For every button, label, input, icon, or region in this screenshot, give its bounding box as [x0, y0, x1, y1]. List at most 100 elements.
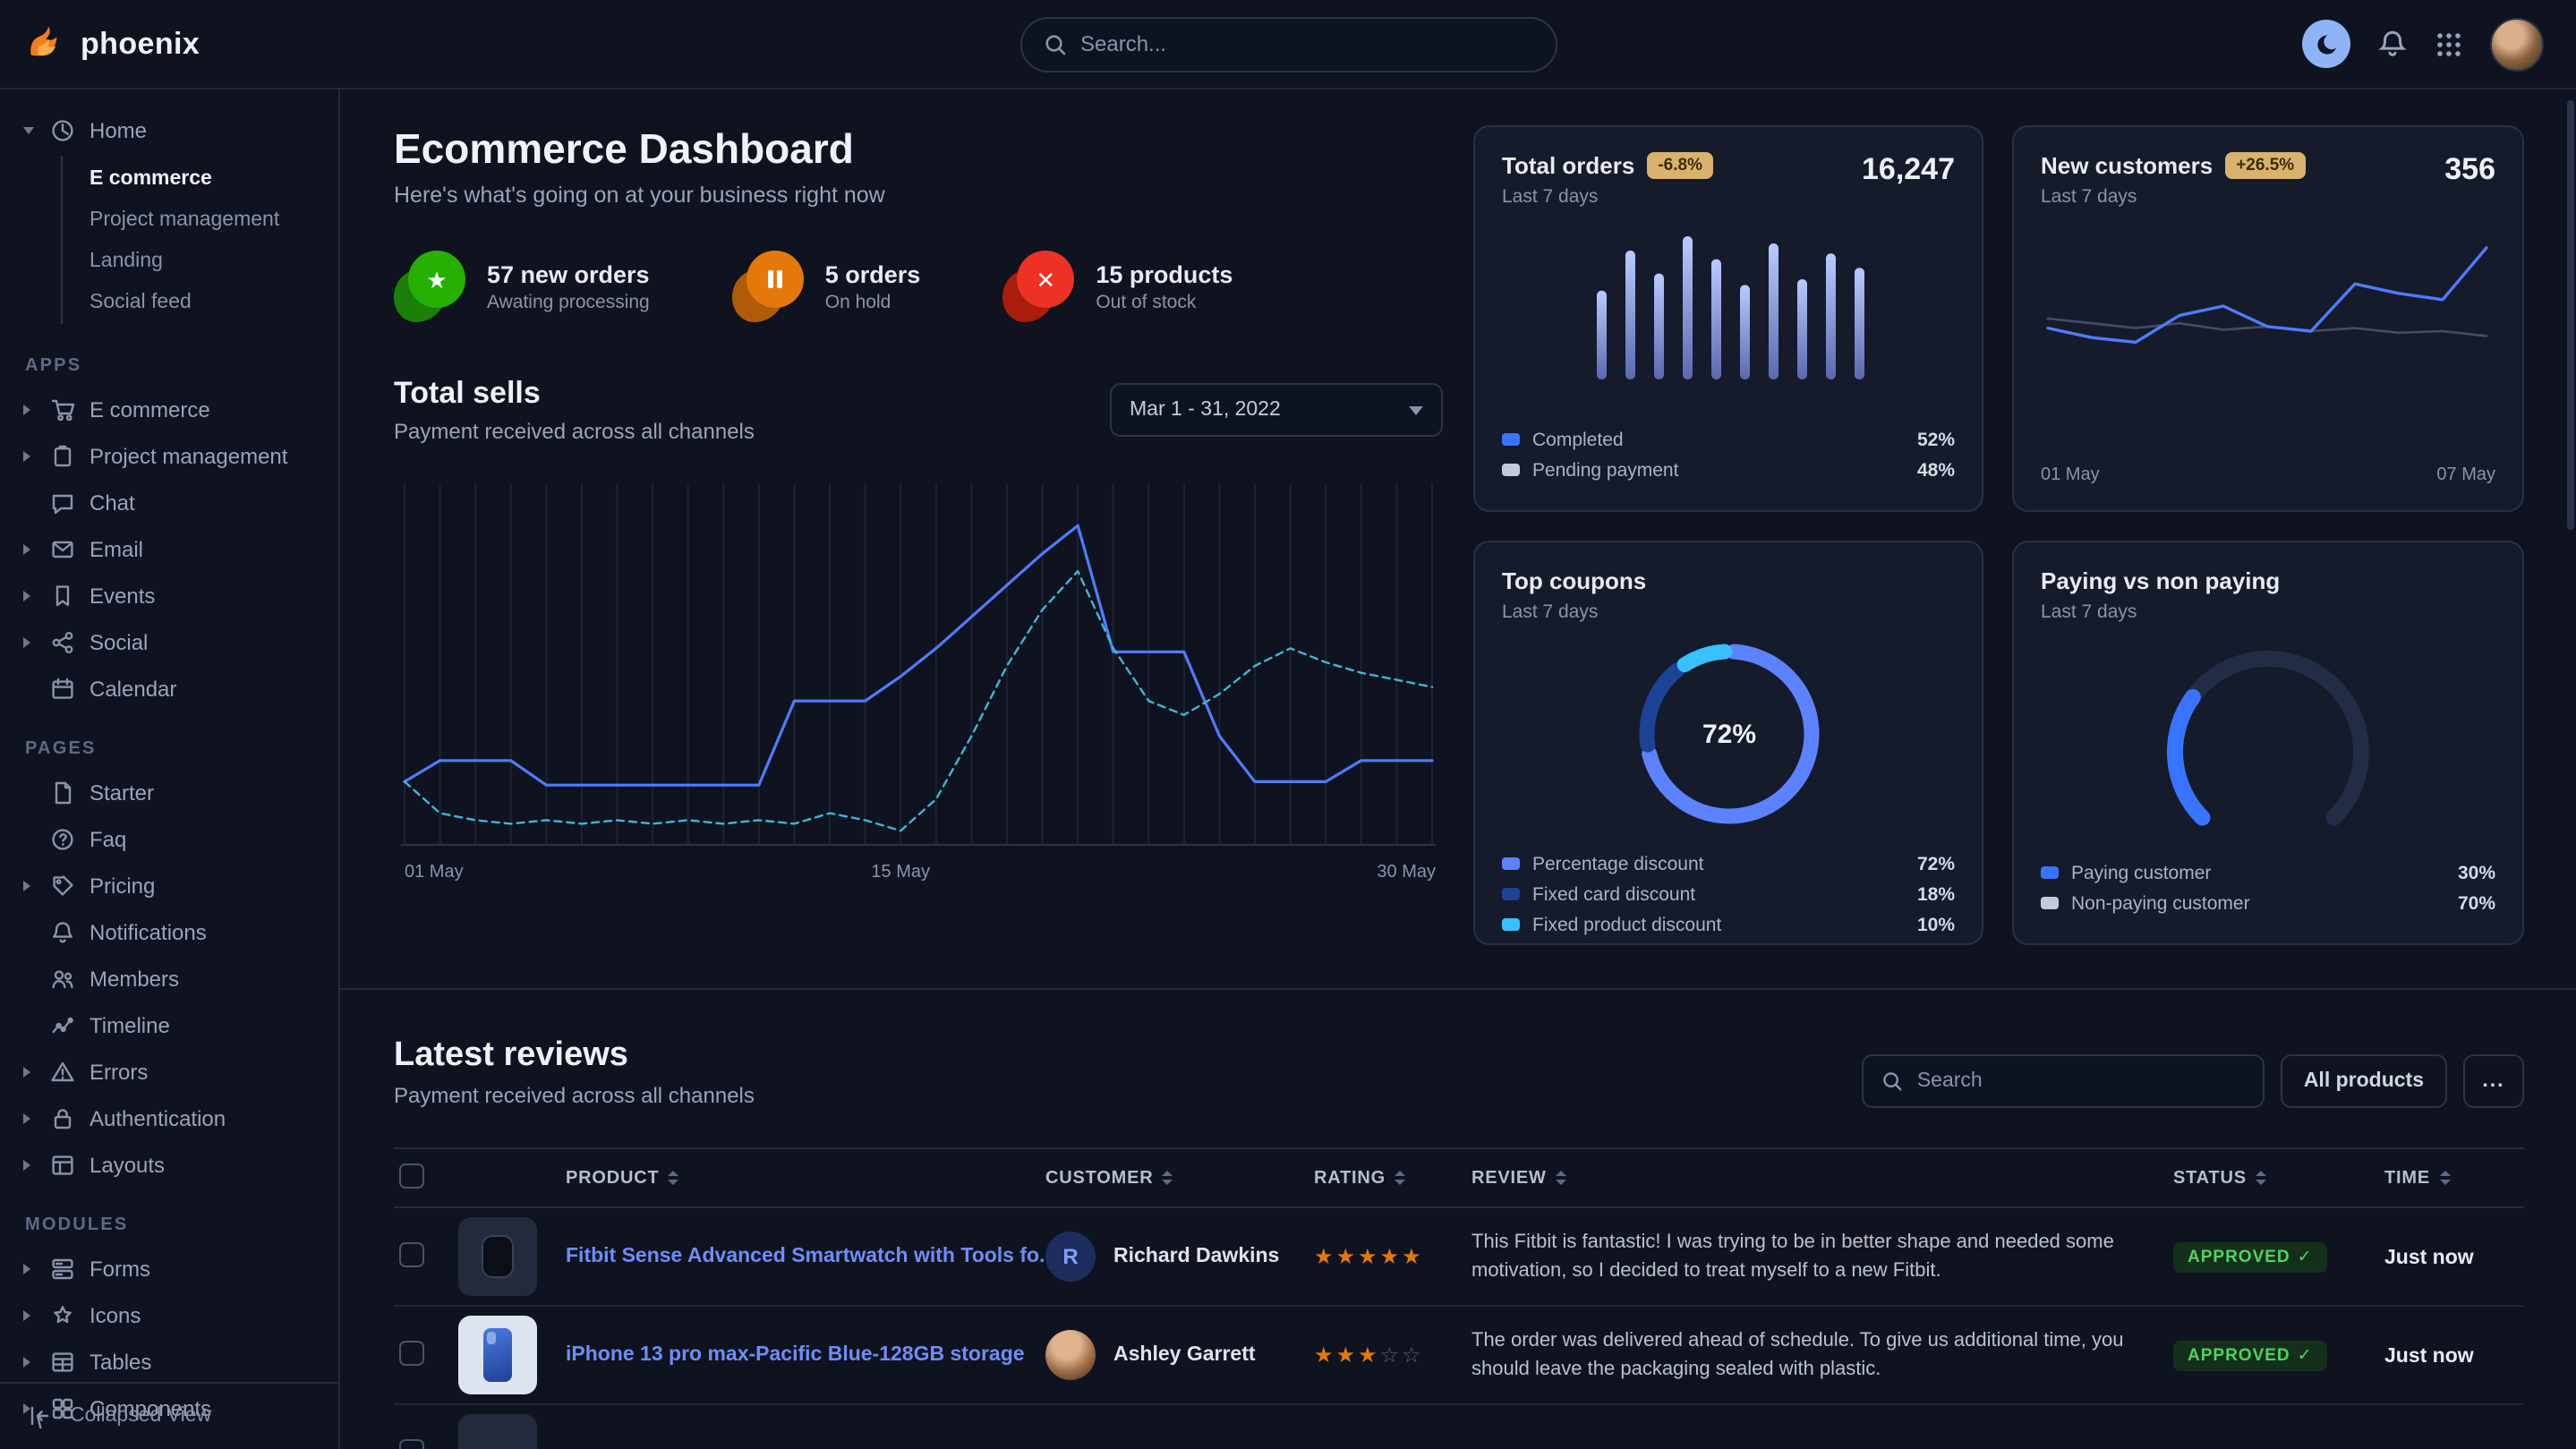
row-checkbox[interactable]	[399, 1341, 424, 1366]
theme-toggle-button[interactable]	[2302, 20, 2350, 68]
sidebar-item-home[interactable]: Home	[0, 107, 338, 154]
latest-reviews-section: Latest reviews Payment received across a…	[340, 990, 2576, 1449]
sidebar-item-events[interactable]: Events	[0, 573, 338, 619]
product-link[interactable]: iPhone 13 pro max-Pacific Blue-128GB sto…	[566, 1344, 1045, 1366]
column-header-status[interactable]: STATUS	[2173, 1168, 2384, 1188]
collapse-view-button[interactable]: Collapsed View	[0, 1381, 338, 1449]
sidebar-item-social[interactable]: Social	[0, 619, 338, 666]
column-header-review[interactable]: REVIEW	[1471, 1168, 2173, 1188]
legend-value: 18%	[1917, 883, 1955, 905]
sidebar-item-authentication[interactable]: Authentication	[0, 1095, 338, 1142]
select-all-checkbox[interactable]	[399, 1163, 424, 1189]
sidebar-item-layouts[interactable]: Layouts	[0, 1142, 338, 1189]
caret-right-icon	[23, 591, 38, 601]
column-header-product[interactable]: PRODUCT	[566, 1168, 1045, 1188]
reviews-subtitle: Payment received across all channels	[394, 1083, 755, 1108]
caret-right-icon	[23, 544, 38, 555]
legend-swatch	[2041, 866, 2059, 879]
stat-value: 15 products	[1096, 260, 1233, 287]
sidebar-item-faq[interactable]: Faq	[0, 816, 338, 863]
sidebar-item-tables[interactable]: Tables	[0, 1339, 338, 1385]
all-products-button[interactable]: All products	[2281, 1054, 2447, 1108]
sidebar-item-project-management[interactable]: Project management	[0, 433, 338, 480]
bookmark-icon	[50, 584, 77, 609]
date-range-select[interactable]: Mar 1 - 31, 2022	[1110, 383, 1443, 437]
sidebar-item-forms[interactable]: Forms	[0, 1246, 338, 1292]
paying-gauge-chart	[2041, 641, 2495, 841]
top-coupons-title: Top coupons	[1502, 567, 1646, 594]
table-row	[394, 1405, 2524, 1449]
page-scrollbar-thumb[interactable]	[2567, 100, 2574, 530]
sidebar-item-errors[interactable]: Errors	[0, 1049, 338, 1095]
legend-item: Paying customer30%	[2041, 857, 2495, 888]
legend-label: Pending payment	[1532, 459, 1905, 481]
stat-caption: Out of stock	[1096, 291, 1233, 312]
column-header-time[interactable]: TIME	[2384, 1168, 2524, 1188]
brand[interactable]: phoenix	[25, 23, 340, 64]
review-time: Just now	[2384, 1248, 2474, 1269]
reviews-search[interactable]	[1862, 1054, 2265, 1108]
customer-name: Ashley Garrett	[1113, 1344, 1256, 1366]
sidebar-item-members[interactable]: Members	[0, 956, 338, 1002]
caret-right-icon	[23, 1264, 38, 1274]
legend-swatch	[1502, 857, 1520, 870]
sidebar-item-e-commerce[interactable]: E commerce	[0, 387, 338, 433]
review-text: This Fitbit is fantastic! I was trying t…	[1471, 1227, 2173, 1286]
stat-icon-close: ✕	[1002, 251, 1074, 322]
legend-label: Completed	[1532, 429, 1905, 450]
spark-label-right: 07 May	[2436, 465, 2495, 485]
star-icon: ★	[1358, 1244, 1380, 1269]
sort-icon	[1556, 1171, 1566, 1185]
close-icon: ✕	[1017, 251, 1074, 308]
total-orders-bar-chart	[1502, 229, 1955, 387]
product-image	[458, 1414, 537, 1449]
new-customers-period: Last 7 days	[2041, 186, 2305, 208]
product-link[interactable]: Fitbit Sense Advanced Smartwatch with To…	[566, 1246, 1045, 1267]
sidebar-subitem-landing[interactable]: Landing	[63, 240, 338, 281]
row-checkbox[interactable]	[399, 1439, 424, 1449]
sidebar-item-notifications[interactable]: Notifications	[0, 909, 338, 956]
sidebar-item-calendar[interactable]: Calendar	[0, 666, 338, 712]
notifications-button[interactable]	[2377, 29, 2408, 59]
search-input[interactable]	[1080, 31, 1533, 56]
legend-item: Percentage discount72%	[1502, 848, 1955, 879]
sidebar-subitem-e-commerce[interactable]: E commerce	[63, 158, 338, 199]
sidebar-item-starter[interactable]: Starter	[0, 770, 338, 816]
sidebar-section-label: APPS	[0, 329, 338, 387]
legend-label: Fixed card discount	[1532, 883, 1905, 905]
sidebar-item-email[interactable]: Email	[0, 526, 338, 573]
kpi-cards-grid: Total orders -6.8% Last 7 days 16,247 Co…	[1473, 125, 2524, 945]
more-actions-button[interactable]: ...	[2463, 1054, 2524, 1108]
calendar-icon	[50, 677, 77, 702]
order-stats-row: ★57 new ordersAwating processing5 orders…	[394, 251, 1443, 322]
sidebar-item-pricing[interactable]: Pricing	[0, 863, 338, 909]
top-coupons-svg: 72%	[1628, 634, 1829, 834]
check-icon: ✓	[2298, 1345, 2313, 1365]
product-image	[458, 1316, 537, 1394]
stat-out-of-stock: ✕ 15 products Out of stock	[1002, 251, 1233, 322]
stat-on-hold: 5 ordersOn hold	[732, 251, 921, 322]
star-icon: ★	[1314, 1244, 1336, 1269]
sidebar-item-timeline[interactable]: Timeline	[0, 1002, 338, 1049]
column-header-rating[interactable]: RATING	[1314, 1168, 1471, 1188]
sidebar-item-label: Errors	[90, 1060, 148, 1085]
row-checkbox[interactable]	[399, 1242, 424, 1267]
new-customers-title: New customers	[2041, 152, 2213, 179]
phone-graphic	[483, 1328, 512, 1382]
column-header-customer[interactable]: CUSTOMER	[1045, 1168, 1314, 1188]
search-icon	[1881, 1070, 1903, 1092]
sidebar-item-chat[interactable]: Chat	[0, 480, 338, 526]
star-icon: ★	[1402, 1244, 1424, 1269]
sidebar-item-label: Forms	[90, 1257, 150, 1282]
sidebar-subitem-social-feed[interactable]: Social feed	[63, 281, 338, 322]
global-search[interactable]	[1019, 16, 1557, 72]
apps-grid-button[interactable]	[2435, 30, 2463, 58]
sidebar-subitem-project-management[interactable]: Project management	[63, 199, 338, 240]
star-icon: ★	[1358, 1342, 1380, 1368]
top-coupons-legend: Percentage discount72% Fixed card discoun…	[1502, 848, 1955, 940]
user-avatar[interactable]	[2490, 17, 2544, 71]
new-customers-value: 356	[2444, 152, 2495, 188]
reviews-search-input[interactable]	[1917, 1070, 2245, 1092]
star-icon: ☆	[1380, 1342, 1403, 1368]
sidebar-item-icons[interactable]: Icons	[0, 1292, 338, 1339]
